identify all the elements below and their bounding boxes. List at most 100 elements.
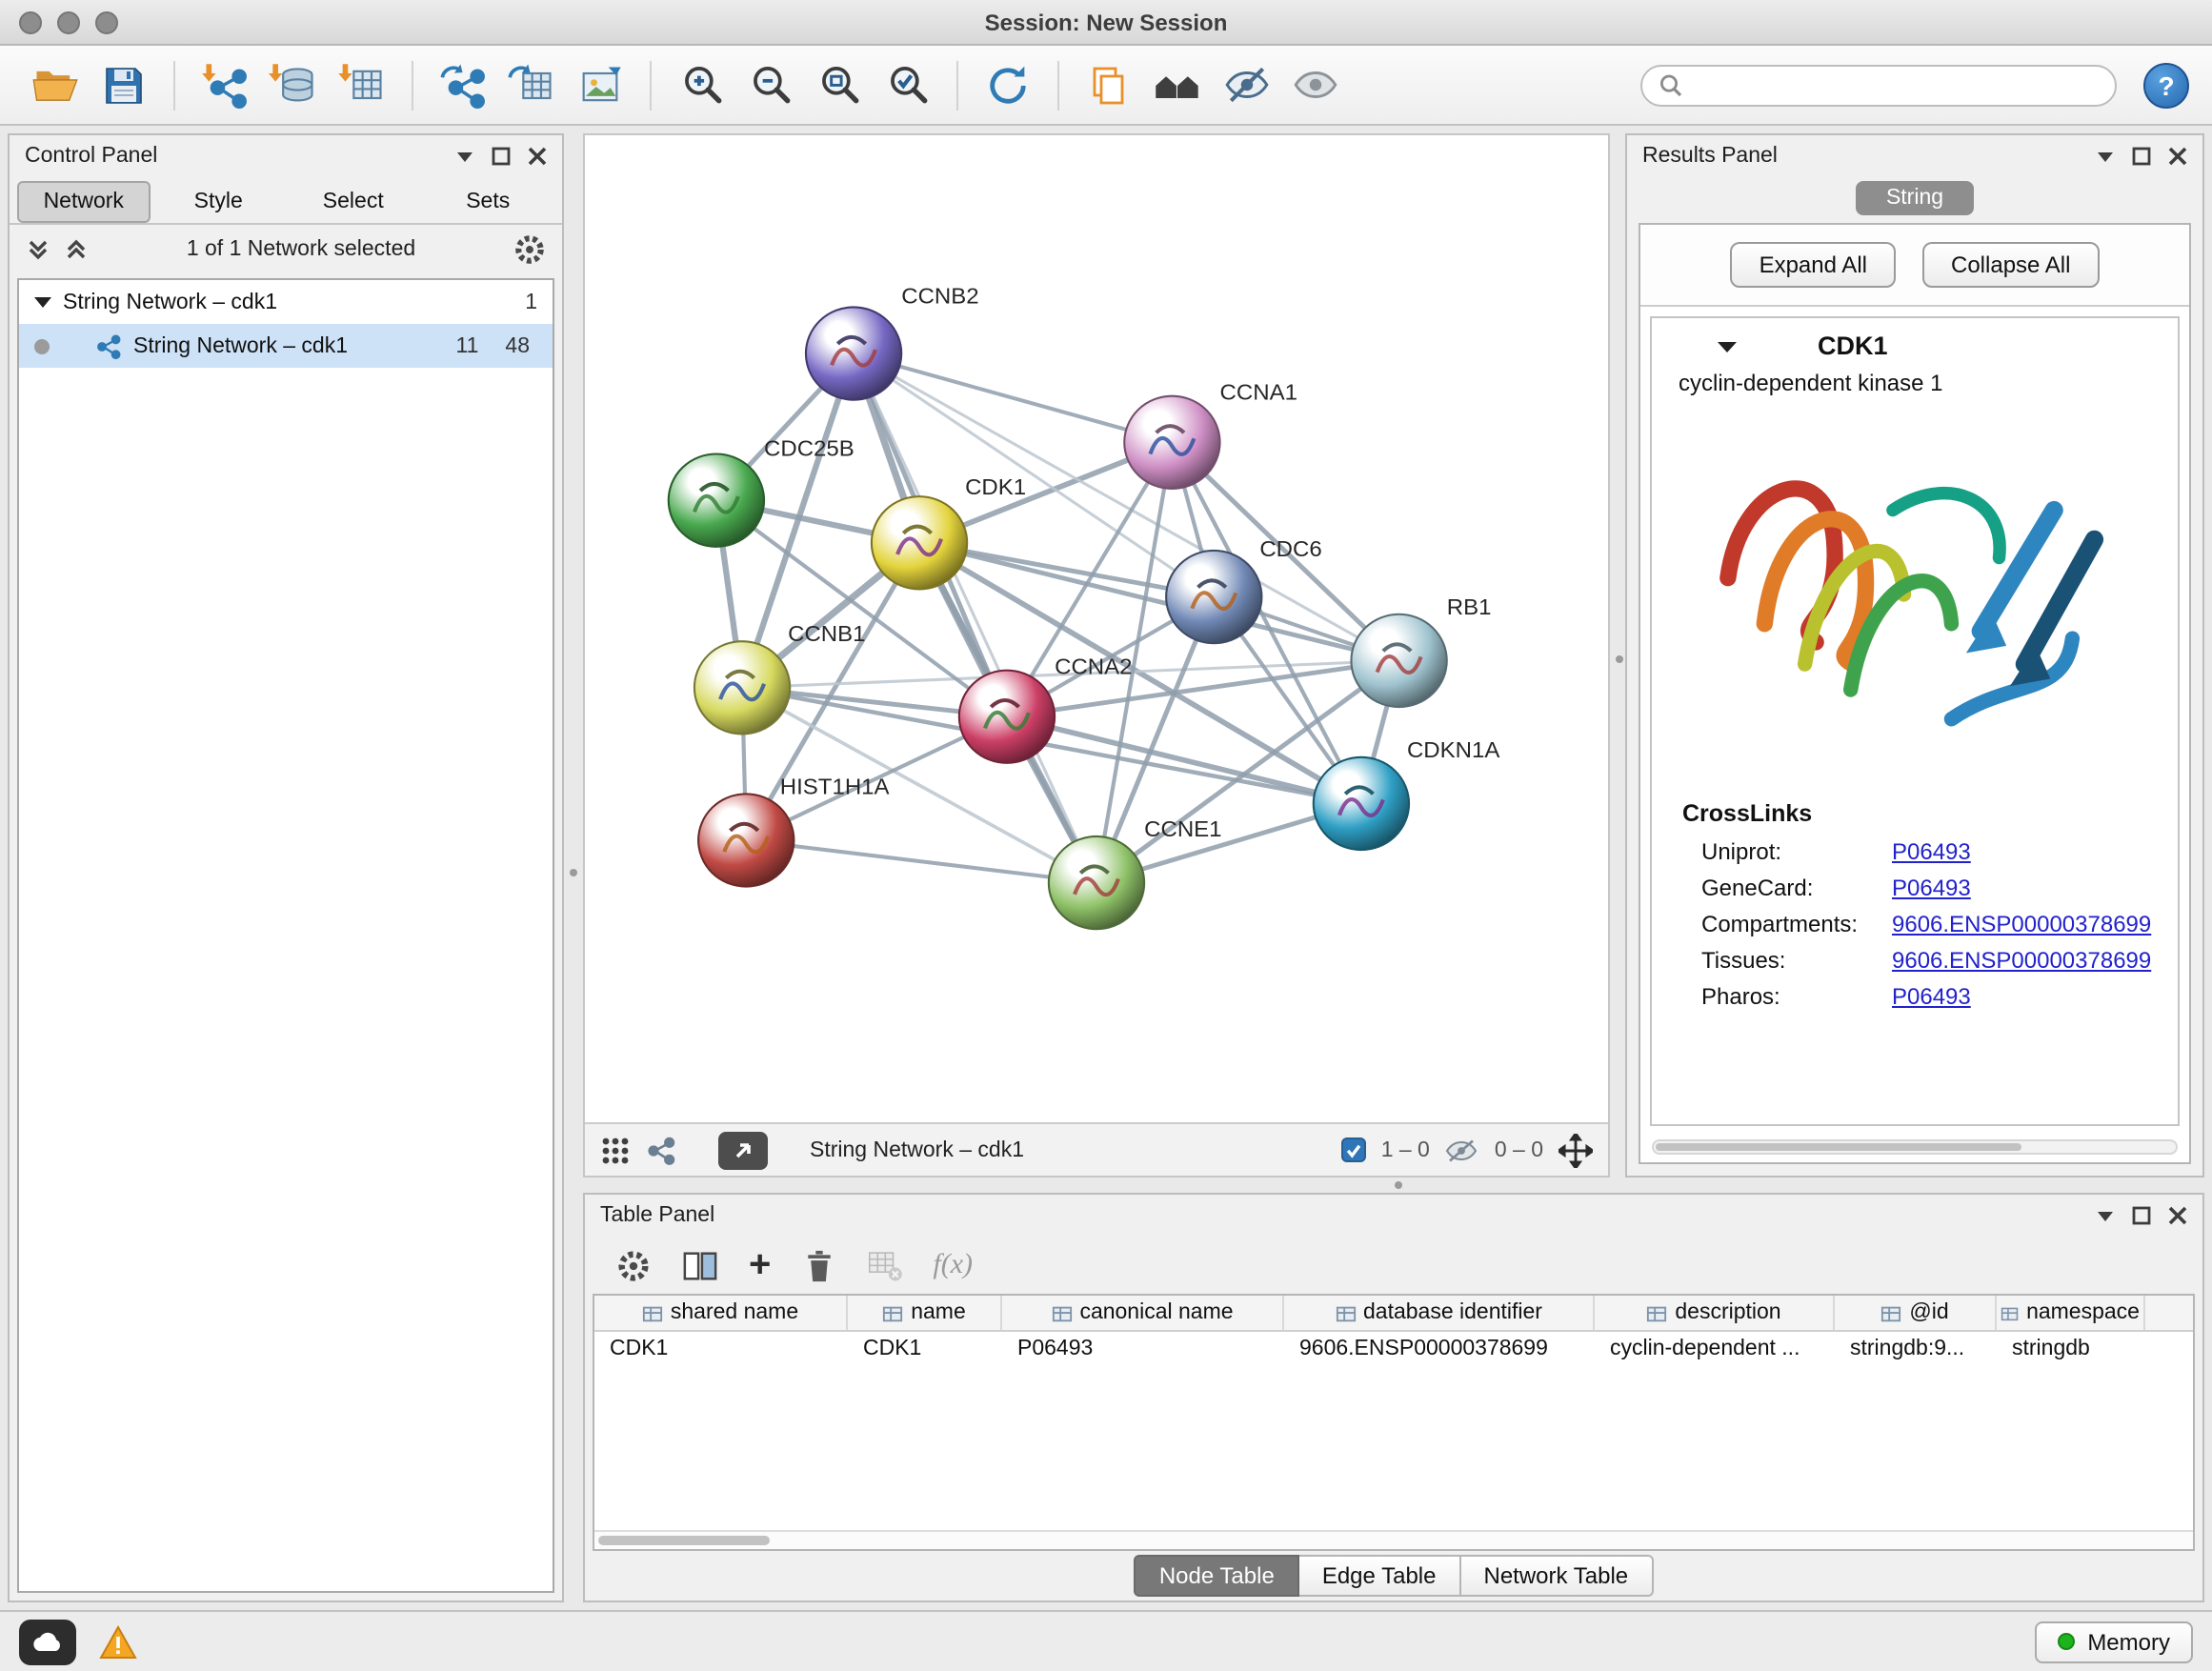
table-cell[interactable]: P06493 — [1002, 1332, 1284, 1366]
zoom-out-button[interactable] — [737, 52, 802, 117]
import-table-from-file-button[interactable] — [330, 52, 394, 117]
tab-sets[interactable]: Sets — [422, 181, 555, 223]
network-node-cdc25b[interactable] — [669, 454, 764, 547]
import-network-from-file-button[interactable] — [192, 52, 257, 117]
table-cell[interactable]: CDK1 — [848, 1332, 1002, 1366]
show-graphics-button[interactable] — [1282, 52, 1347, 117]
crosslink-link[interactable]: P06493 — [1892, 875, 1971, 901]
crosslink-link[interactable]: P06493 — [1892, 838, 1971, 865]
network-node-ccnb2[interactable] — [806, 307, 901, 399]
network-edge[interactable] — [854, 353, 1096, 883]
help-button[interactable]: ? — [2143, 62, 2189, 108]
network-node-hist1h1a[interactable] — [698, 794, 794, 886]
move-crosshair-icon[interactable] — [1558, 1133, 1593, 1167]
column-header-database-identifier[interactable]: database identifier — [1284, 1296, 1595, 1330]
results-horizontal-scrollbar[interactable] — [1652, 1139, 2178, 1155]
tab-string[interactable]: String — [1856, 181, 1974, 215]
function-builder-fx[interactable]: f(x) — [933, 1249, 973, 1281]
table-panel-resize-handle[interactable] — [583, 1178, 2204, 1193]
new-network-button[interactable] — [431, 52, 495, 117]
network-edge[interactable] — [854, 353, 1172, 442]
expanded-arrow-icon[interactable] — [34, 295, 51, 309]
crosslink-link[interactable]: 9606.ENSP00000378699 — [1892, 947, 2151, 974]
tab-network[interactable]: Network — [17, 181, 151, 223]
panel-maximize-icon[interactable] — [492, 147, 511, 166]
network-row[interactable]: String Network – cdk1 11 48 — [19, 324, 553, 368]
open-in-new-window-button[interactable] — [718, 1131, 768, 1169]
crosslink-link[interactable]: P06493 — [1892, 983, 1971, 1010]
save-session-button[interactable] — [91, 52, 156, 117]
table-cell[interactable]: stringdb — [1997, 1332, 2145, 1366]
tab-style[interactable]: Style — [152, 181, 286, 223]
network-node-ccnb1[interactable] — [694, 641, 790, 734]
home-button[interactable] — [1145, 52, 1210, 117]
hide-graphics-button[interactable] — [1214, 52, 1278, 117]
tab-select[interactable]: Select — [287, 181, 420, 223]
table-cell[interactable]: stringdb:9... — [1835, 1332, 1997, 1366]
tab-network-table[interactable]: Network Table — [1461, 1555, 1654, 1597]
zoom-selected-button[interactable] — [875, 52, 939, 117]
panel-float-icon[interactable] — [2096, 149, 2115, 164]
column-header-name[interactable]: name — [848, 1296, 1002, 1330]
panel-float-icon[interactable] — [2096, 1208, 2115, 1223]
zoom-fit-button[interactable] — [806, 52, 871, 117]
results-resize-handle[interactable] — [1610, 133, 1625, 1178]
network-edge[interactable] — [746, 840, 1096, 883]
tab-node-table[interactable]: Node Table — [1135, 1555, 1299, 1597]
cloud-status-button[interactable] — [19, 1619, 76, 1664]
column-header--id[interactable]: @id — [1835, 1296, 1997, 1330]
duplicate-page-button[interactable] — [1076, 52, 1141, 117]
new-table-button[interactable] — [499, 52, 564, 117]
network-node-cdc6[interactable] — [1166, 551, 1261, 643]
column-header-shared-name[interactable]: shared name — [594, 1296, 848, 1330]
table-horizontal-scrollbar[interactable] — [594, 1530, 2193, 1549]
search-input[interactable] — [1692, 73, 2100, 96]
network-node-ccna1[interactable] — [1124, 396, 1219, 489]
table-row[interactable]: CDK1CDK1P064939606.ENSP00000378699cyclin… — [594, 1332, 2193, 1366]
network-node-cdk1[interactable] — [872, 496, 967, 589]
expand-all-icon[interactable] — [63, 236, 90, 263]
warning-icon[interactable] — [99, 1624, 137, 1659]
search-field[interactable] — [1640, 64, 2117, 106]
import-network-from-database-button[interactable] — [261, 52, 326, 117]
export-image-button[interactable] — [568, 52, 633, 117]
panel-close-icon[interactable] — [2168, 1206, 2187, 1225]
hidden-elements-icon[interactable] — [1445, 1137, 1479, 1163]
panel-maximize-icon[interactable] — [2132, 1206, 2151, 1225]
table-cell[interactable]: 9606.ENSP00000378699 — [1284, 1332, 1595, 1366]
collapse-all-icon[interactable] — [25, 236, 51, 263]
panel-close-icon[interactable] — [2168, 147, 2187, 166]
add-function-plus-icon[interactable]: + — [749, 1246, 771, 1284]
memory-button[interactable]: Memory — [2034, 1621, 2193, 1662]
column-header-namespace[interactable]: namespace — [1997, 1296, 2145, 1330]
grid-mode-icon[interactable] — [600, 1135, 631, 1165]
network-canvas[interactable]: CCNB2CCNA1CDC25BCDK1CDC6RB1CCNB1CCNA2CDK… — [585, 135, 1608, 1122]
network-overview-icon[interactable] — [646, 1135, 676, 1165]
table-cell[interactable]: CDK1 — [594, 1332, 848, 1366]
collapse-all-button[interactable]: Collapse All — [1922, 242, 2099, 288]
panel-float-icon[interactable] — [455, 149, 474, 164]
tab-edge-table[interactable]: Edge Table — [1299, 1555, 1461, 1597]
selected-nodes-checkbox[interactable] — [1341, 1137, 1366, 1162]
network-collection-row[interactable]: String Network – cdk1 1 — [19, 280, 553, 324]
show-columns-icon[interactable] — [682, 1247, 718, 1283]
table-settings-gear-icon[interactable] — [615, 1247, 652, 1283]
gear-icon[interactable] — [513, 232, 547, 267]
network-node-ccna2[interactable] — [959, 671, 1055, 763]
zoom-in-button[interactable] — [669, 52, 734, 117]
expand-all-button[interactable]: Expand All — [1731, 242, 1896, 288]
column-header-description[interactable]: description — [1595, 1296, 1835, 1330]
refresh-button[interactable] — [975, 52, 1040, 117]
zoom-window-button[interactable] — [95, 10, 118, 33]
delete-trash-icon[interactable] — [801, 1247, 835, 1283]
panel-close-icon[interactable] — [528, 147, 547, 166]
table-cell[interactable]: cyclin-dependent ... — [1595, 1332, 1835, 1366]
network-node-cdkn1a[interactable] — [1314, 757, 1409, 850]
column-header-canonical-name[interactable]: canonical name — [1002, 1296, 1284, 1330]
network-node-rb1[interactable] — [1351, 614, 1446, 707]
minimize-window-button[interactable] — [57, 10, 80, 33]
panel-maximize-icon[interactable] — [2132, 147, 2151, 166]
collapse-section-arrow-icon[interactable] — [1717, 338, 1738, 353]
crosslink-link[interactable]: 9606.ENSP00000378699 — [1892, 911, 2151, 937]
panel-resize-handle[interactable] — [564, 133, 583, 1602]
